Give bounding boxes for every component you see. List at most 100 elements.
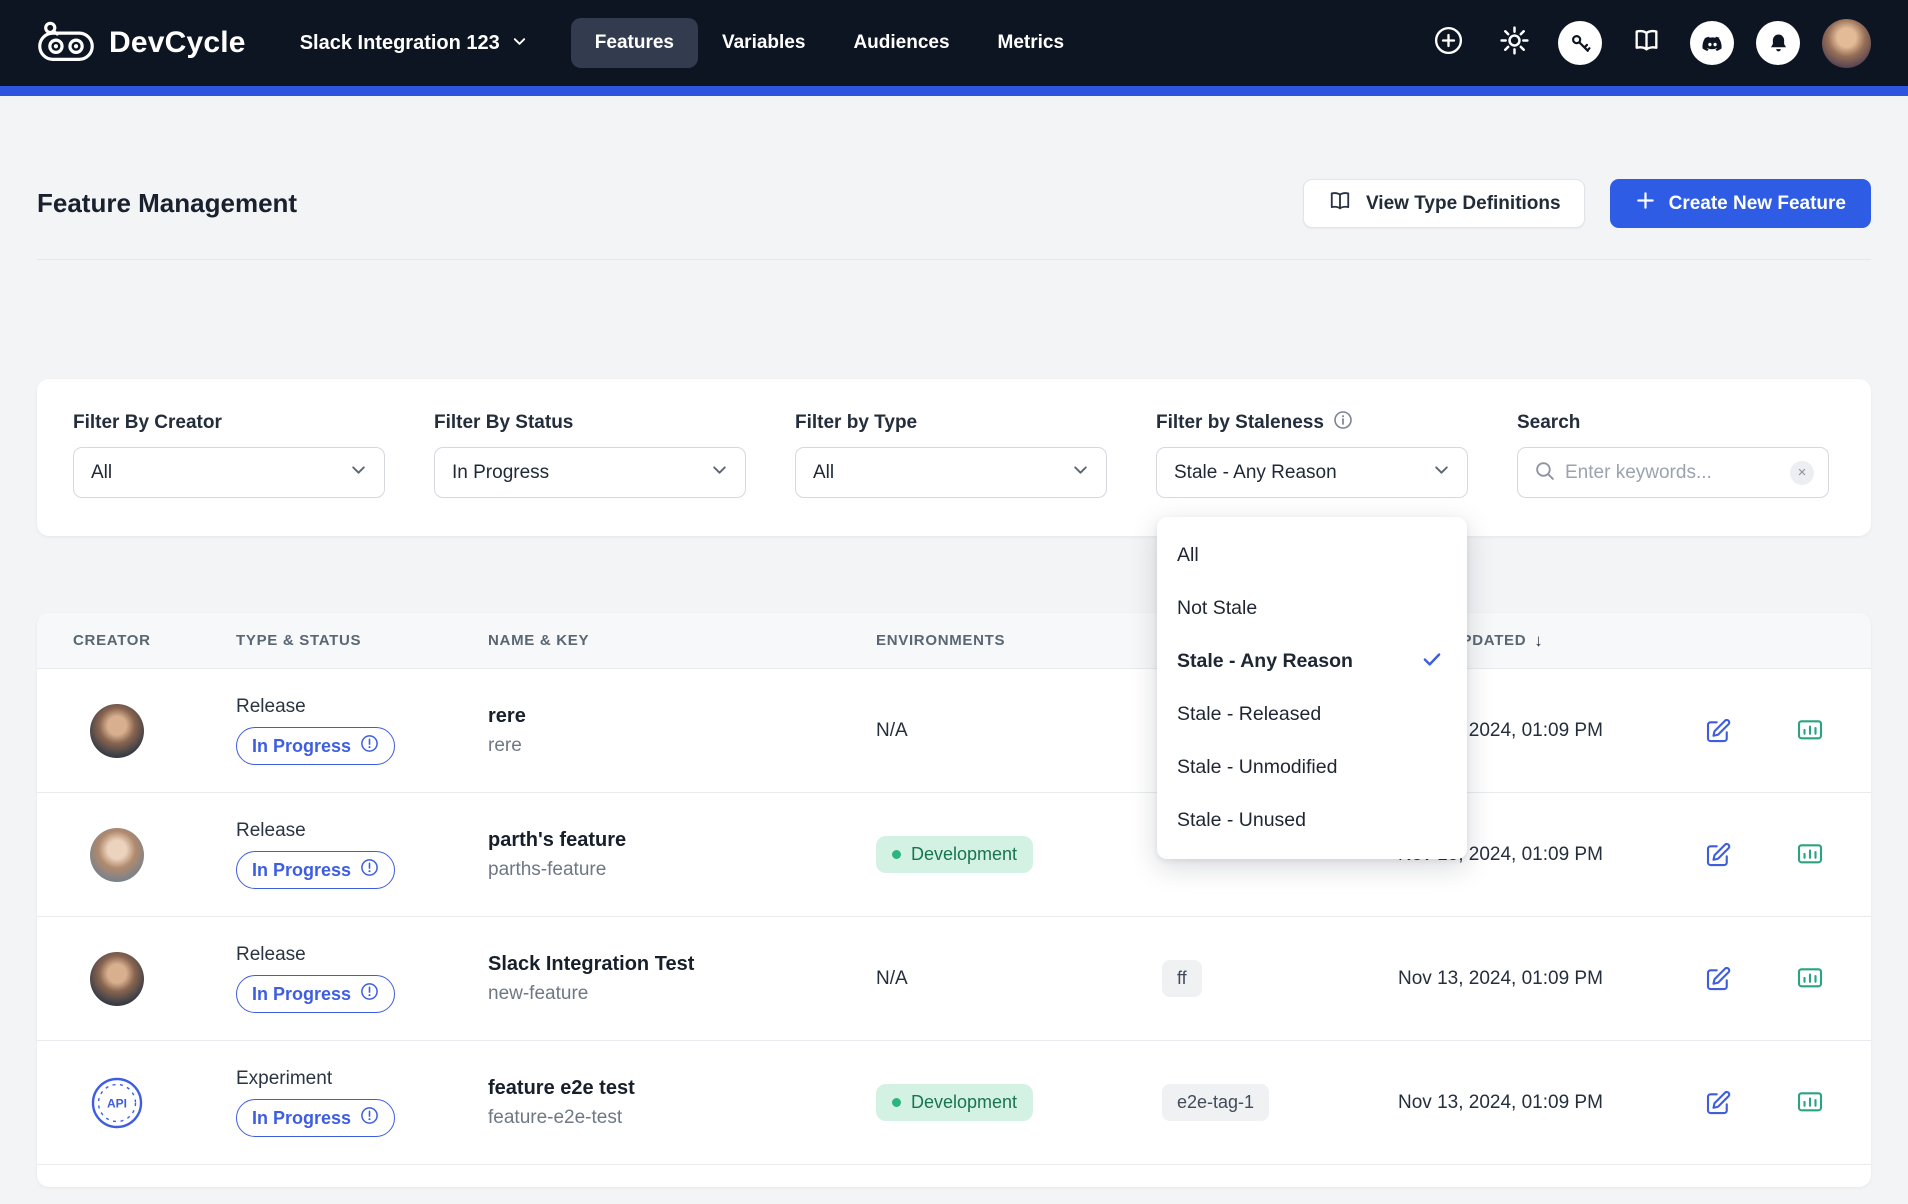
table-header-row: CREATOR TYPE & STATUS NAME & KEY ENVIRON… [37, 613, 1871, 669]
filter-status-label: Filter By Status [434, 412, 746, 434]
search-input[interactable] [1565, 462, 1780, 484]
updated-timestamp: Nov 13, 2024, 01:09 PM [1398, 968, 1603, 989]
feature-type: Release [236, 944, 306, 966]
filter-creator-group: Filter By Creator All [73, 412, 385, 498]
chevron-down-icon [711, 461, 728, 484]
discord-button[interactable] [1690, 21, 1734, 65]
tag-badge: ff [1162, 960, 1202, 997]
exclamation-circle-icon [360, 858, 379, 882]
type-filter-value: All [813, 462, 834, 484]
pencil-square-icon [1703, 840, 1733, 870]
feature-metrics-button[interactable] [1790, 1083, 1830, 1123]
nav-item-features[interactable]: Features [571, 18, 698, 68]
sort-descending-icon: ↓ [1534, 631, 1543, 651]
staleness-filter-select[interactable]: Stale - Any Reason [1156, 447, 1468, 498]
status-badge: In Progress [236, 975, 395, 1013]
staleness-option-stale-unmodified[interactable]: Stale - Unmodified [1157, 741, 1467, 794]
filter-type-label: Filter by Type [795, 412, 1107, 434]
chevron-down-icon [512, 32, 527, 55]
create-new-feature-label: Create New Feature [1669, 193, 1846, 215]
creator-avatar [90, 704, 144, 758]
feature-key: parths-feature [488, 859, 606, 881]
nav-item-metrics[interactable]: Metrics [974, 18, 1089, 68]
staleness-option-not-stale[interactable]: Not Stale [1157, 582, 1467, 635]
page-actions: View Type Definitions Create New Feature [1303, 179, 1871, 228]
table-row[interactable]: Release In Progress Slack Integration Te… [37, 917, 1871, 1041]
table-row[interactable]: API Experiment In Progress feature e2e t… [37, 1041, 1871, 1165]
column-header-updated[interactable]: UPDATED ↓ [1450, 631, 1698, 651]
chart-board-icon [1795, 1088, 1825, 1118]
header-divider [37, 259, 1871, 260]
table-row[interactable]: Release In Progress rere rere N/A Nov 13… [37, 669, 1871, 793]
feature-metrics-button[interactable] [1790, 711, 1830, 751]
staleness-filter-value: Stale - Any Reason [1174, 462, 1337, 484]
feature-key: feature-e2e-test [488, 1107, 622, 1129]
edit-feature-button[interactable] [1698, 959, 1738, 999]
clear-search-button[interactable]: × [1790, 461, 1814, 485]
table-row[interactable]: Release In Progress parth's feature part… [37, 793, 1871, 917]
feature-name: feature e2e test [488, 1077, 635, 1100]
pencil-square-icon [1703, 716, 1733, 746]
documentation-button[interactable] [1624, 21, 1668, 65]
status-filter-value: In Progress [452, 462, 549, 484]
column-header-environments: ENVIRONMENTS [876, 632, 1162, 649]
user-avatar[interactable] [1822, 19, 1871, 68]
exclamation-circle-icon [360, 982, 379, 1006]
edit-feature-button[interactable] [1698, 711, 1738, 751]
nav-item-variables[interactable]: Variables [698, 18, 829, 68]
environment-dot-icon [892, 1098, 901, 1107]
nav-item-audiences[interactable]: Audiences [829, 18, 973, 68]
app-screen: DevCycle Slack Integration 123 Features … [0, 0, 1908, 1204]
add-new-button[interactable] [1426, 21, 1470, 65]
project-selector[interactable]: Slack Integration 123 [300, 32, 527, 55]
feature-type: Release [236, 696, 306, 718]
environments-value: N/A [876, 720, 908, 741]
status-badge: In Progress [236, 851, 395, 889]
creator-avatar [90, 952, 144, 1006]
settings-button[interactable] [1492, 21, 1536, 65]
feature-type: Release [236, 820, 306, 842]
environment-badge: Development [876, 836, 1033, 873]
tag-badge: e2e-tag-1 [1162, 1084, 1269, 1121]
devcycle-goggles-icon [37, 20, 95, 67]
status-filter-select[interactable]: In Progress [434, 447, 746, 498]
filter-staleness-label: Filter by Staleness [1156, 412, 1468, 434]
creator-avatar [90, 828, 144, 882]
staleness-option-stale-any-reason[interactable]: Stale - Any Reason [1157, 635, 1467, 688]
creator-filter-value: All [91, 462, 112, 484]
devcycle-logo[interactable]: DevCycle [37, 20, 246, 67]
exclamation-circle-icon [360, 1106, 379, 1130]
feature-metrics-button[interactable] [1790, 959, 1830, 999]
top-nav: DevCycle Slack Integration 123 Features … [0, 0, 1908, 86]
info-icon[interactable] [1333, 410, 1353, 436]
feature-name: rere [488, 705, 526, 728]
filter-type-group: Filter by Type All [795, 412, 1107, 498]
api-keys-button[interactable] [1558, 21, 1602, 65]
edit-feature-button[interactable] [1698, 835, 1738, 875]
staleness-option-stale-released[interactable]: Stale - Released [1157, 688, 1467, 741]
search-label: Search [1517, 412, 1829, 434]
staleness-option-stale-unused[interactable]: Stale - Unused [1157, 794, 1467, 847]
search-box: × [1517, 447, 1829, 498]
type-filter-select[interactable]: All [795, 447, 1107, 498]
page-header: Feature Management View Type Definitions… [37, 179, 1871, 228]
notifications-button[interactable] [1756, 21, 1800, 65]
status-badge: In Progress [236, 727, 395, 765]
edit-feature-button[interactable] [1698, 1083, 1738, 1123]
main-content: Feature Management View Type Definitions… [0, 179, 1908, 1187]
chevron-down-icon [350, 461, 367, 484]
filter-creator-label: Filter By Creator [73, 412, 385, 434]
discord-icon [1690, 21, 1734, 65]
pencil-square-icon [1703, 1088, 1733, 1118]
book-icon [1327, 188, 1353, 220]
feature-metrics-button[interactable] [1790, 835, 1830, 875]
create-new-feature-button[interactable]: Create New Feature [1610, 179, 1871, 228]
status-badge: In Progress [236, 1099, 395, 1137]
staleness-option-all[interactable]: All [1157, 529, 1467, 582]
view-type-definitions-label: View Type Definitions [1366, 193, 1561, 215]
feature-key: new-feature [488, 983, 588, 1005]
creator-filter-select[interactable]: All [73, 447, 385, 498]
plus-circle-icon [1432, 24, 1465, 62]
chevron-down-icon [1433, 461, 1450, 484]
view-type-definitions-button[interactable]: View Type Definitions [1303, 179, 1585, 228]
